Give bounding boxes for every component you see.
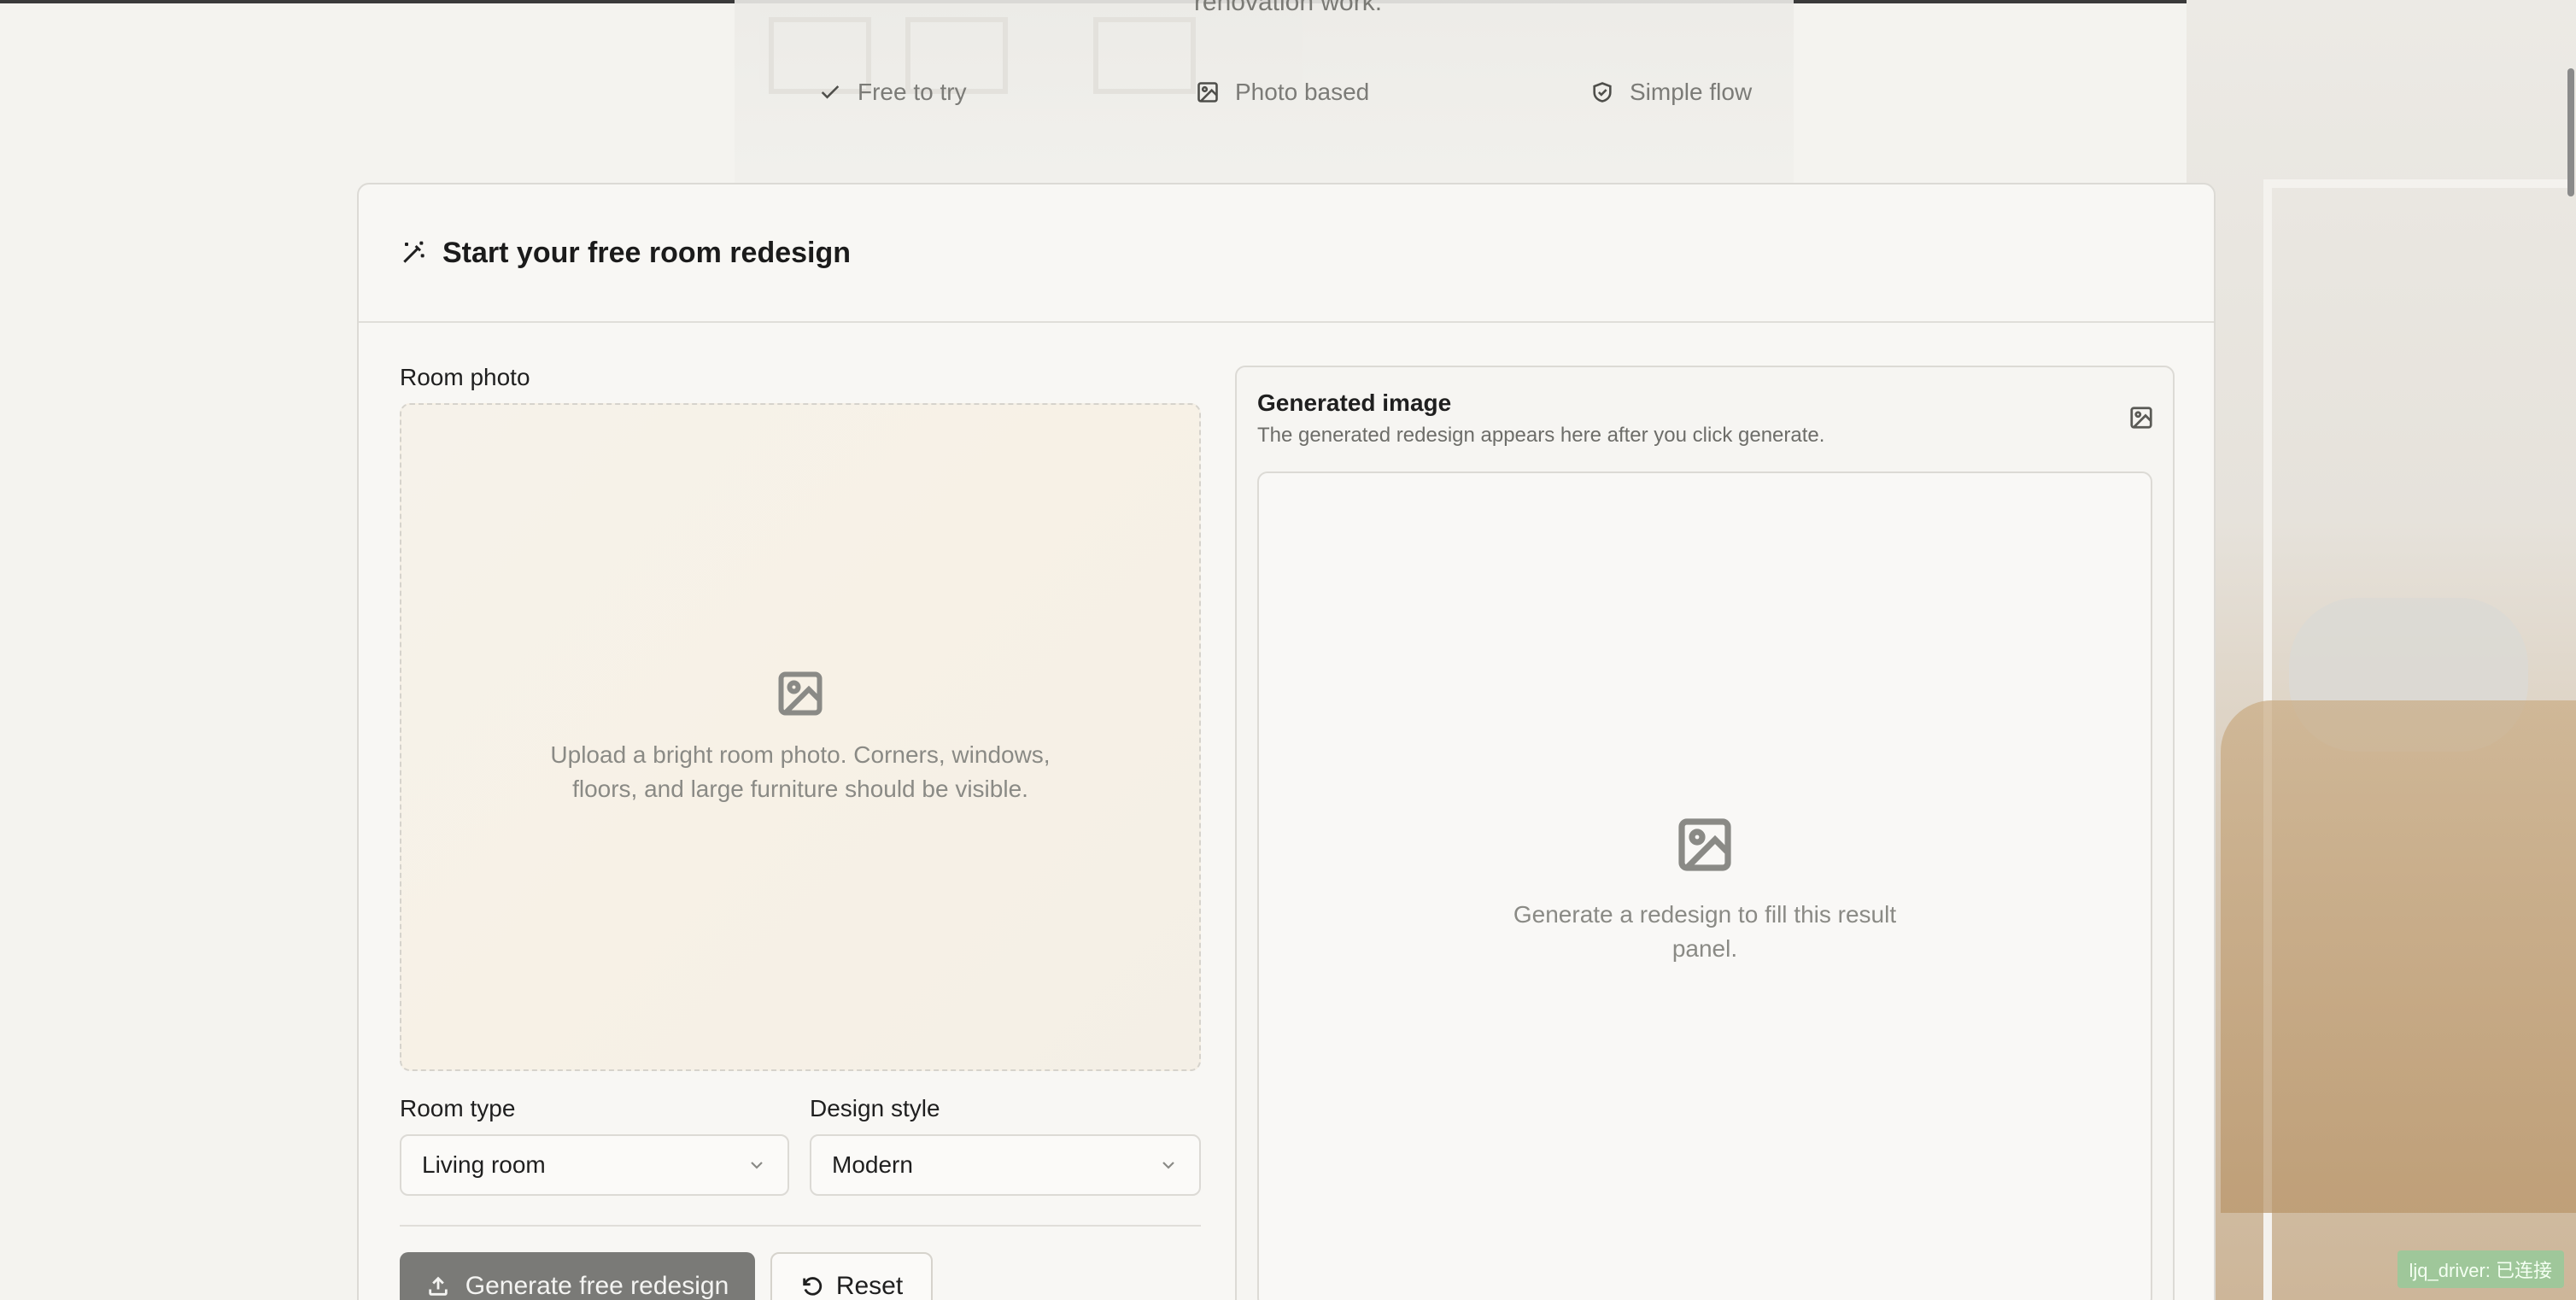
result-panel: Generated image The generated redesign a… xyxy=(1235,366,2175,1300)
background-room-scene xyxy=(2187,0,2576,1300)
image-icon xyxy=(2130,407,2152,429)
feature-photo-based: Photo based xyxy=(1196,79,1369,106)
feature-simple-flow: Simple flow xyxy=(1590,79,1752,106)
hero-subtitle: renovation work. xyxy=(1193,0,1383,16)
rotate-ccw-icon xyxy=(803,1277,822,1296)
shield-check-icon xyxy=(1593,82,1612,102)
room-type-value: Living room xyxy=(422,1151,546,1178)
form-divider xyxy=(400,1225,1201,1227)
room-type-label: Room type xyxy=(400,1095,516,1121)
generate-button-label: Generate free redesign xyxy=(465,1272,729,1300)
image-icon xyxy=(1678,818,1731,871)
image-icon xyxy=(778,671,823,716)
result-image-frame: Generate a redesign to fill this result … xyxy=(1257,471,2152,1300)
feature-free-to-try: Free to try xyxy=(818,79,967,106)
feature-label: Simple flow xyxy=(1630,79,1753,105)
chevron-down-icon xyxy=(751,1162,763,1169)
result-image-icon-wrap xyxy=(2128,405,2154,435)
page-scrollbar[interactable] xyxy=(2564,60,2576,205)
scrollbar-thumb[interactable] xyxy=(2567,68,2574,196)
feature-label: Photo based xyxy=(1235,79,1370,105)
result-subtitle: The generated redesign appears here afte… xyxy=(1257,424,1825,447)
card-title: Start your free room redesign xyxy=(442,236,852,269)
chevron-down-icon xyxy=(1162,1162,1174,1169)
reset-button-label: Reset xyxy=(835,1272,904,1300)
design-style-select[interactable]: Modern xyxy=(810,1134,1201,1196)
upload-hint: Upload a bright room photo. Corners, win… xyxy=(550,741,1051,802)
card-header: Start your free room redesign xyxy=(359,184,2214,323)
background-sofa xyxy=(2221,700,2576,1213)
room-type-select[interactable]: Living room xyxy=(400,1134,789,1196)
feature-label: Free to try xyxy=(858,79,967,105)
upload-icon xyxy=(429,1276,448,1296)
design-style-value: Modern xyxy=(832,1151,913,1178)
room-photo-dropzone[interactable]: Upload a bright room photo. Corners, win… xyxy=(400,403,1201,1071)
redesign-card: Start your free room redesign Room photo… xyxy=(357,183,2216,1300)
generate-button[interactable]: Generate free redesign xyxy=(400,1252,755,1300)
result-empty-text: Generate a redesign to fill this result … xyxy=(1513,901,1897,962)
check-icon xyxy=(821,85,840,99)
room-photo-label: Room photo xyxy=(400,364,530,390)
image-icon xyxy=(1197,82,1218,102)
magic-wand-icon xyxy=(403,241,424,263)
feature-list: Free to try Photo based Simple flow xyxy=(0,79,2576,118)
design-style-label: Design style xyxy=(810,1095,940,1121)
status-badge: ljq_driver: 已连接 xyxy=(2397,1250,2564,1288)
reset-button[interactable]: Reset xyxy=(770,1252,933,1300)
result-title: Generated image xyxy=(1257,389,1452,416)
